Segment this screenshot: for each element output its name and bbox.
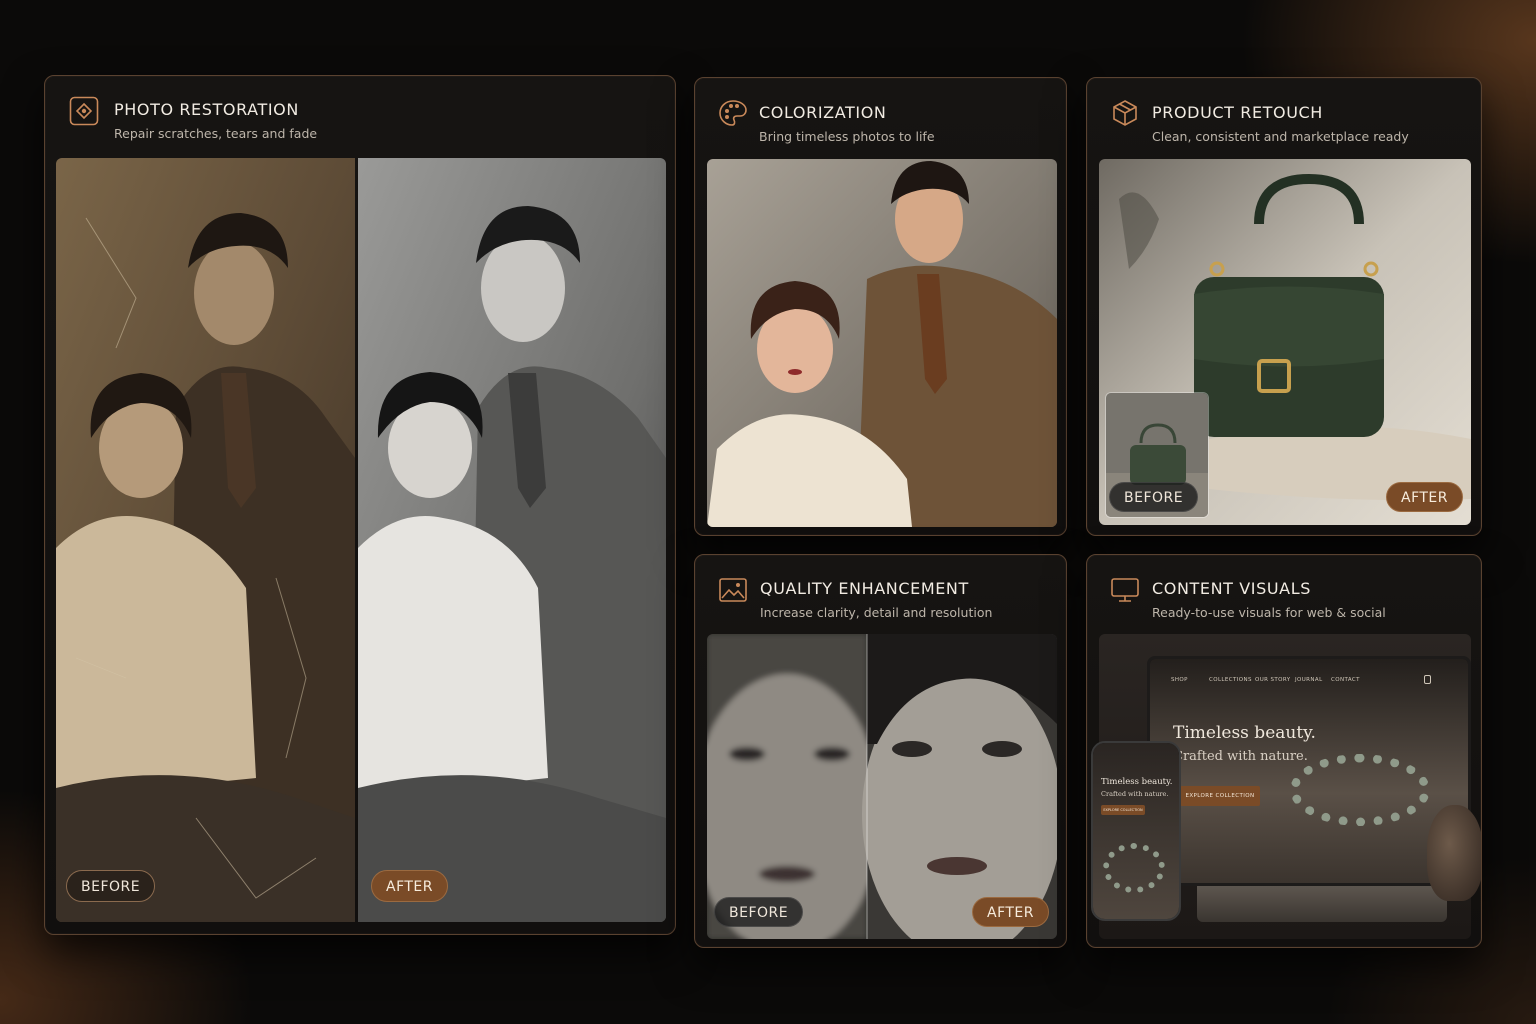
card-subtitle: Bring timeless photos to life	[759, 129, 935, 144]
site-nav-item[interactable]: OUR STORY	[1255, 677, 1291, 683]
site-headline: Timeless beauty.	[1173, 723, 1316, 743]
box-icon	[1110, 98, 1140, 128]
vase-decoration	[1427, 805, 1481, 901]
phone-bracelet-image	[1103, 843, 1165, 893]
card-subtitle: Increase clarity, detail and resolution	[760, 605, 993, 620]
site-nav-item[interactable]: COLLECTIONS	[1209, 677, 1252, 683]
card-subtitle: Repair scratches, tears and fade	[114, 126, 318, 141]
phone-mockup: Timeless beauty. Crafted with nature. EX…	[1091, 741, 1181, 921]
card-title: PHOTO RESTORATION	[114, 100, 299, 119]
explore-collection-button[interactable]: EXPLORE COLLECTION	[1180, 786, 1260, 806]
site-nav-item[interactable]: CONTACT	[1331, 677, 1360, 683]
before-badge: BEFORE	[714, 897, 804, 927]
card-title: QUALITY ENHANCEMENT	[760, 579, 969, 598]
before-photo	[56, 158, 355, 922]
before-badge: BEFORE	[1109, 482, 1199, 512]
site-nav-item[interactable]: SHOP	[1171, 677, 1188, 683]
laptop-base	[1197, 886, 1447, 922]
site-nav-item[interactable]: JOURNAL	[1295, 677, 1323, 683]
monitor-icon	[1110, 575, 1140, 605]
phone-subheadline: Crafted with nature.	[1101, 790, 1169, 798]
quality-enhancement-card[interactable]: QUALITY ENHANCEMENT Increase clarity, de…	[694, 554, 1067, 948]
phone-cta-button[interactable]: EXPLORE COLLECTION	[1101, 805, 1145, 815]
site-subheadline: Crafted with nature.	[1173, 749, 1308, 764]
card-title: COLORIZATION	[759, 103, 887, 122]
before-badge: BEFORE	[66, 870, 156, 902]
after-badge: AFTER	[972, 897, 1050, 927]
colorized-photo	[707, 159, 1057, 527]
laptop-mockup: SHOP COLLECTIONS OUR STORY JOURNAL CONTA…	[1147, 656, 1471, 886]
image-icon	[718, 575, 748, 605]
after-badge: AFTER	[371, 870, 449, 902]
photo-restoration-card[interactable]: PHOTO RESTORATION Repair scratches, tear…	[44, 75, 676, 935]
product-retouch-card[interactable]: PRODUCT RETOUCH Clean, consistent and ma…	[1086, 77, 1482, 536]
after-photo	[358, 158, 666, 922]
card-subtitle: Clean, consistent and marketplace ready	[1152, 129, 1409, 144]
card-title: PRODUCT RETOUCH	[1152, 103, 1323, 122]
card-title: CONTENT VISUALS	[1152, 579, 1311, 598]
card-subtitle: Ready-to-use visuals for web & social	[1152, 605, 1386, 620]
colorization-card[interactable]: COLORIZATION Bring timeless photos to li…	[694, 77, 1067, 536]
enhancement-photo	[707, 634, 1057, 939]
bracelet-image	[1290, 754, 1430, 826]
bag-icon[interactable]	[1424, 675, 1431, 684]
after-badge: AFTER	[1386, 482, 1464, 512]
palette-icon	[718, 98, 748, 128]
phone-headline: Timeless beauty.	[1101, 777, 1173, 787]
restoration-icon	[69, 96, 99, 126]
content-visuals-card[interactable]: CONTENT VISUALS Ready-to-use visuals for…	[1086, 554, 1482, 948]
